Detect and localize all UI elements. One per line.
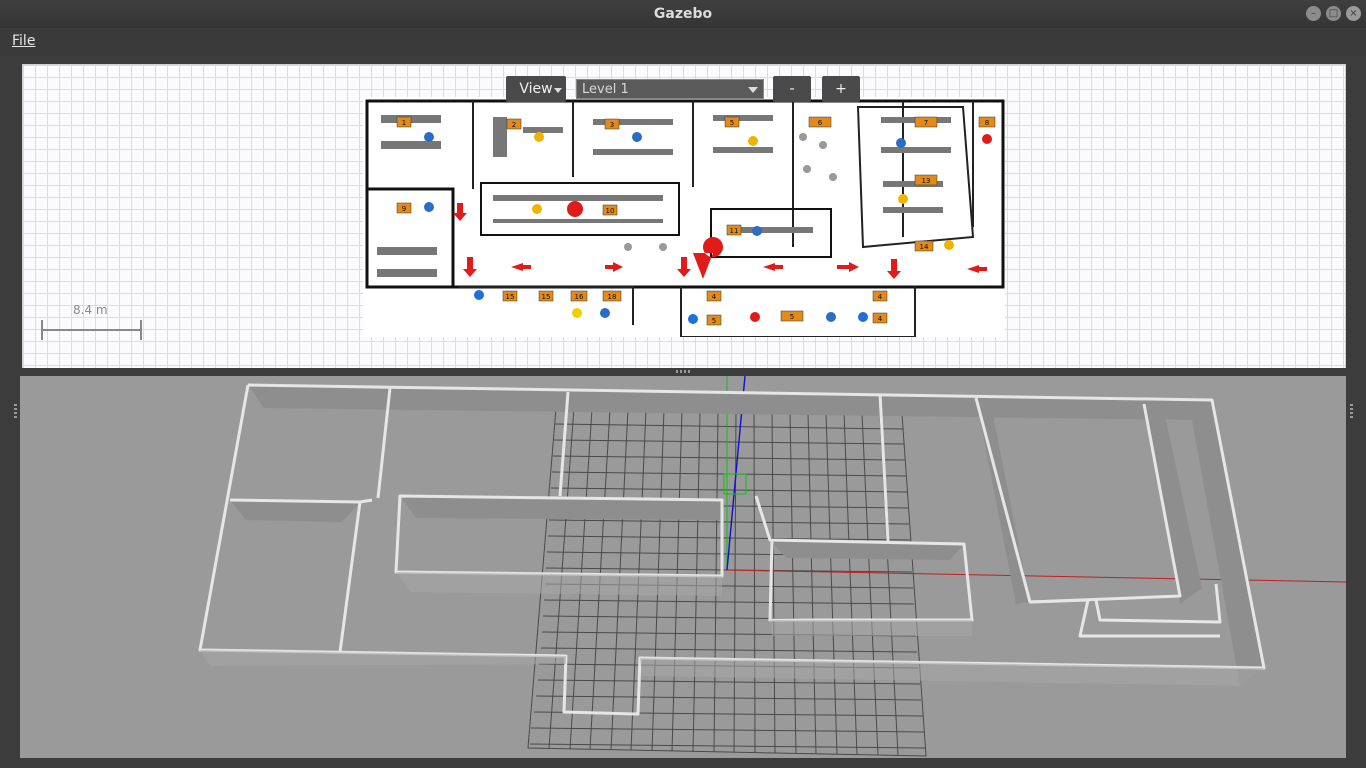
maximize-button[interactable]: □ — [1326, 6, 1341, 21]
chevron-down-icon — [748, 87, 758, 93]
view-menu-button[interactable]: View — [506, 76, 566, 102]
room-number-label: 4 — [712, 293, 717, 301]
3d-scene-view[interactable] — [20, 376, 1346, 758]
room-number-label: 15 — [542, 293, 551, 301]
left-panel-grip-icon[interactable] — [14, 404, 17, 420]
room-number-label: 16 — [575, 293, 584, 301]
window-title: Gazebo — [653, 6, 713, 22]
room-number-label: 7 — [924, 119, 928, 127]
room-number-label: 8 — [985, 119, 989, 127]
room-number-label: 4 — [878, 315, 883, 323]
room-number-label: 11 — [730, 227, 739, 235]
zoom-out-button[interactable]: - — [773, 76, 811, 102]
room-number-label: 15 — [506, 293, 515, 301]
room-number-label: 13 — [922, 177, 931, 185]
room-number-label: 3 — [610, 121, 614, 129]
room-number-label: 14 — [920, 243, 929, 251]
title-bar: Gazebo – □ × — [0, 0, 1366, 28]
view-caret-icon — [554, 88, 562, 93]
scene-canvas[interactable] — [20, 376, 1346, 758]
scale-label: 8.4 m — [73, 303, 108, 317]
room-number-label: 5 — [790, 313, 794, 321]
floorplan-panel[interactable]: 1 2 3 5 6 7 8 9 10 11 13 14 15 15 16 18 4 5 5 4 4 View Level… — [22, 64, 1346, 370]
floorplan-image: 1 2 3 5 6 7 8 9 10 11 13 14 15 15 16 18 4 5 5 4 4 — [363, 97, 1005, 337]
close-button[interactable]: × — [1346, 6, 1361, 21]
scale-tick-right — [140, 320, 142, 340]
room-number-label: 10 — [606, 207, 615, 215]
level-select[interactable]: Level 1 — [576, 79, 764, 99]
file-menu[interactable]: File — [12, 33, 35, 49]
room-number-label: 2 — [512, 121, 516, 129]
splitter-grip-icon[interactable] — [676, 370, 692, 373]
room-number-label: 5 — [712, 317, 716, 325]
minimize-button[interactable]: – — [1306, 6, 1321, 21]
menu-bar: File — [0, 28, 1366, 56]
room-number-label: 5 — [730, 119, 734, 127]
level-value: Level 1 — [582, 82, 629, 97]
scale-tick-left — [41, 320, 43, 340]
right-panel-grip-icon[interactable] — [1350, 404, 1353, 420]
room-number-label: 4 — [878, 293, 883, 301]
zoom-in-button[interactable]: + — [822, 76, 860, 102]
room-number-label: 9 — [402, 205, 406, 213]
room-number-label: 18 — [608, 293, 617, 301]
view-label: View — [519, 81, 553, 97]
x-axis — [725, 569, 1346, 583]
room-number-label: 1 — [402, 119, 406, 127]
scale-bar — [41, 329, 141, 331]
room-number-label: 6 — [818, 119, 823, 127]
